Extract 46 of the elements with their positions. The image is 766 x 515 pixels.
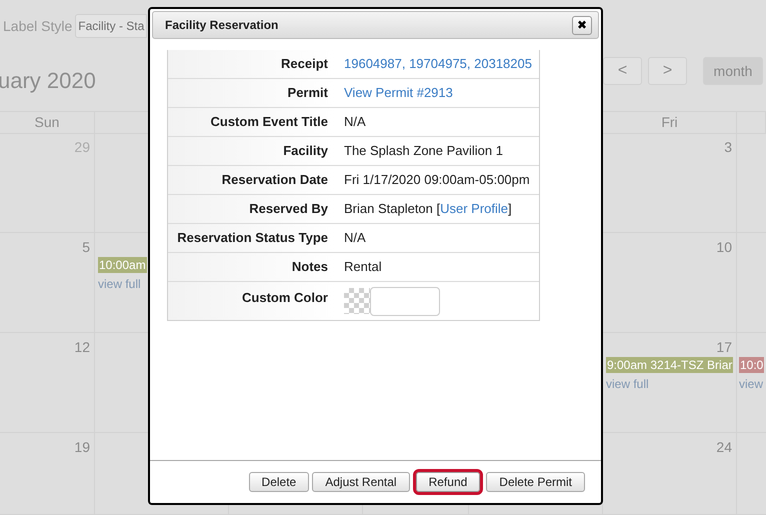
nav-button[interactable]: < bbox=[603, 57, 642, 85]
calendar-event[interactable]: 10:0 bbox=[739, 357, 764, 373]
field-link[interactable]: View Permit #2913 bbox=[344, 83, 453, 103]
weekday-header: Sun bbox=[34, 113, 60, 132]
day-number: 17 bbox=[716, 338, 733, 357]
field-value: N/A bbox=[344, 113, 366, 132]
day-number: 5 bbox=[82, 238, 91, 257]
field-label: Custom Color bbox=[242, 289, 328, 307]
day-number: 3 bbox=[724, 138, 733, 157]
field-label: Custom Event Title bbox=[210, 113, 328, 132]
field-value: ] bbox=[508, 200, 512, 218]
field-label: Reservation Status Type bbox=[177, 229, 328, 248]
field-value: N/A bbox=[344, 229, 366, 248]
field-value: Brian Stapleton [ bbox=[344, 200, 440, 218]
day-number: 24 bbox=[716, 438, 733, 457]
field-label: Notes bbox=[292, 258, 328, 276]
field-label: Reserved By bbox=[249, 200, 328, 218]
dialog-button[interactable]: Delete bbox=[248, 472, 310, 492]
view-full-link[interactable]: view full bbox=[606, 375, 649, 393]
close-button[interactable]: ✖ bbox=[572, 16, 592, 34]
field-label: Reservation Date bbox=[222, 171, 328, 190]
nav-button[interactable]: > bbox=[648, 57, 687, 85]
day-number: 10 bbox=[716, 238, 733, 257]
view-full-link[interactable]: view bbox=[739, 375, 764, 393]
dialog-button[interactable]: Refund bbox=[416, 472, 480, 492]
dialog-button[interactable]: Delete Permit bbox=[486, 472, 585, 492]
calendar-event[interactable]: 10:00am bbox=[98, 257, 147, 273]
field-label: Receipt bbox=[281, 55, 328, 74]
field-value: Fri 1/17/2020 09:00am-05:00pm bbox=[344, 171, 530, 190]
field-label: Facility bbox=[283, 142, 328, 160]
field-label: Permit bbox=[288, 84, 328, 102]
view-full-link[interactable]: view full bbox=[98, 275, 141, 293]
color-input-field[interactable] bbox=[370, 287, 440, 316]
dialog-title: Facility Reservation bbox=[165, 17, 278, 34]
user-profile-link[interactable]: User Profile bbox=[440, 199, 508, 219]
calendar-event[interactable]: 9:00am 3214-TSZ Briar bbox=[606, 357, 734, 373]
field-value: The Splash Zone Pavilion 1 bbox=[344, 142, 503, 160]
weekday-header: Fri bbox=[661, 113, 678, 132]
dialog-button[interactable]: Adjust Rental bbox=[312, 472, 410, 492]
day-number: 19 bbox=[74, 438, 91, 457]
field-link[interactable]: 19604987, 19704975, 20318205 bbox=[344, 54, 532, 74]
view-button[interactable]: month bbox=[703, 57, 763, 85]
day-number: 12 bbox=[74, 338, 91, 357]
field-value: Rental bbox=[344, 258, 382, 276]
label-style-label: Label Style bbox=[3, 16, 72, 36]
label-style-select[interactable]: Facility - Sta bbox=[75, 14, 148, 38]
